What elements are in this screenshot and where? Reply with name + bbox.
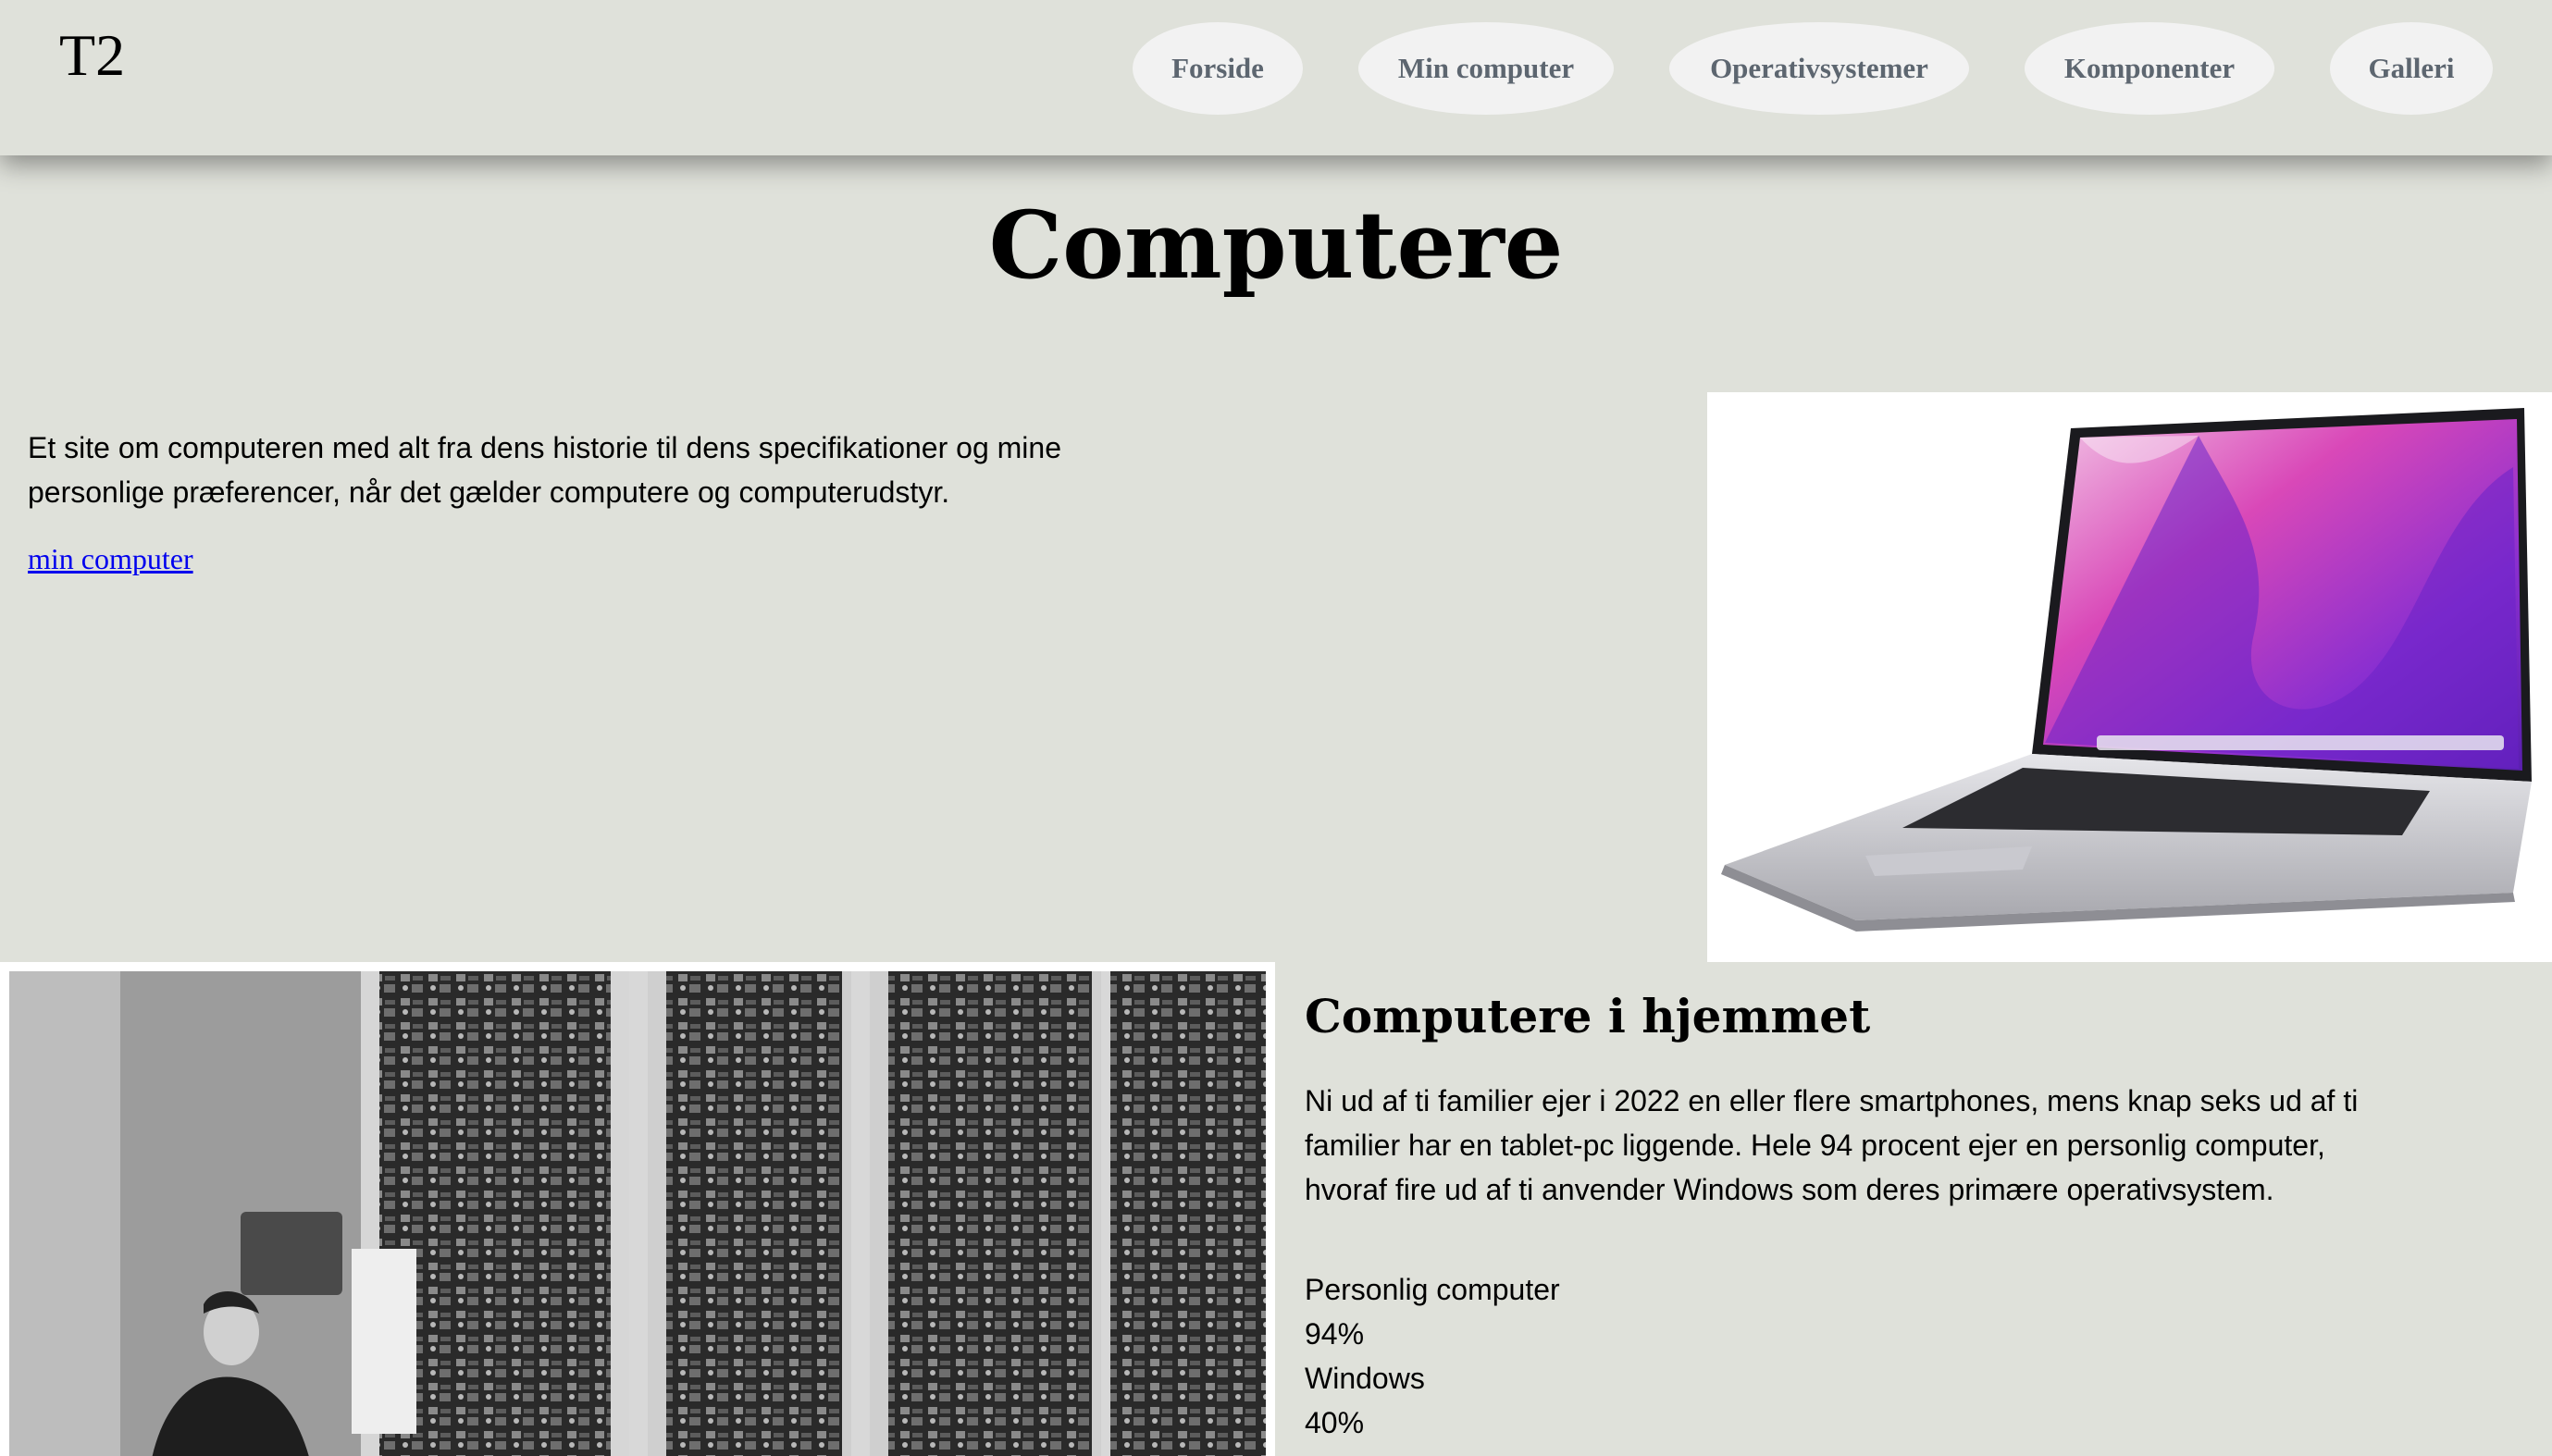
intro-text: Et site om computeren med alt fra dens h… [28, 431, 1061, 509]
nav-item-forside[interactable]: Forside [1133, 22, 1303, 115]
nav-item-galleri[interactable]: Galleri [2330, 22, 2493, 115]
stat-value-windows: 40% [1305, 1406, 1365, 1439]
stat-label-windows: Windows [1305, 1362, 1425, 1395]
nav-item-min-computer[interactable]: Min computer [1358, 22, 1614, 115]
stat-value-personlig-computer: 94% [1305, 1317, 1365, 1351]
mainframe-illustration [9, 971, 1266, 1456]
nav-item-operativsystemer[interactable]: Operativsystemer [1669, 22, 1969, 115]
laptop-image [1707, 392, 2552, 962]
stats-list: Personlig computer 94% Windows 40% [1305, 1267, 1560, 1445]
page: T2 Forside Min computer Operativsystemer… [0, 0, 2552, 1456]
section-title-computere-i-hjemmet: Computere i hjemmet [1305, 989, 1871, 1043]
stat-label-personlig-computer: Personlig computer [1305, 1273, 1560, 1306]
site-logo[interactable]: T2 [59, 22, 125, 89]
nav-item-komponenter[interactable]: Komponenter [2025, 22, 2274, 115]
site-header: T2 Forside Min computer Operativsystemer… [0, 0, 2552, 155]
min-computer-link[interactable]: min computer [28, 542, 193, 576]
page-title: Computere [988, 191, 1564, 300]
laptop-illustration [1717, 402, 2542, 952]
vintage-computer-photo [0, 962, 1275, 1456]
section-paragraph: Ni ud af ti familier ejer i 2022 en elle… [1305, 1084, 2359, 1206]
